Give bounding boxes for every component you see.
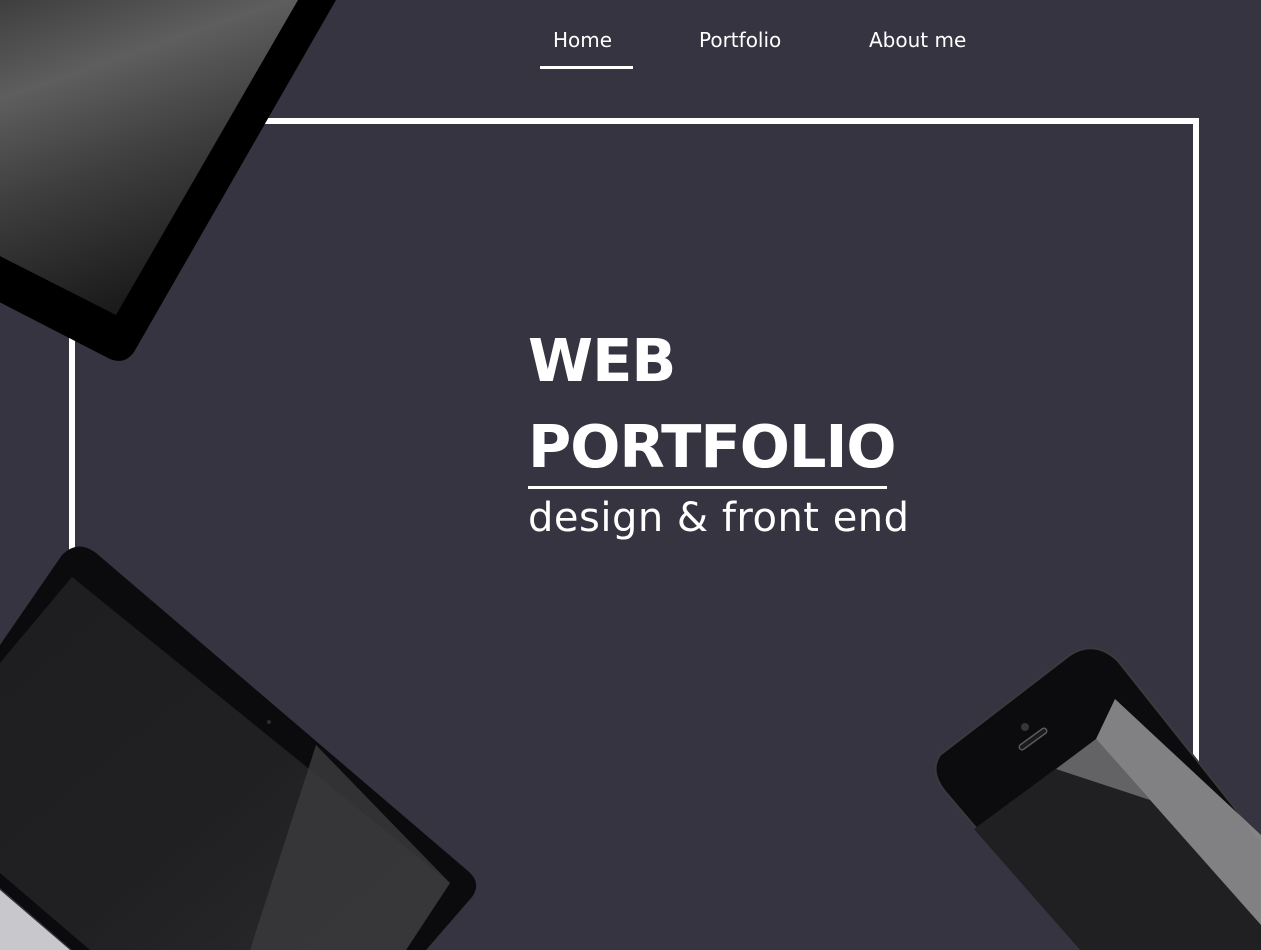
hero-section: WEB PORTFOLIO design & front end: [528, 318, 910, 547]
nav-item-home[interactable]: Home: [553, 26, 612, 54]
nav-active-indicator: [540, 66, 633, 69]
main-navigation: Home Portfolio About me: [0, 0, 1261, 80]
hero-subtitle: design & front end: [528, 495, 910, 541]
tablet-icon: [0, 546, 477, 950]
frame-top-line: [262, 118, 1199, 124]
nav-item-about-me[interactable]: About me: [869, 26, 966, 54]
nav-item-portfolio[interactable]: Portfolio: [699, 26, 781, 54]
hero-title-line-2: PORTFOLIO: [528, 412, 897, 481]
hero-title-line-1: WEB: [528, 326, 676, 395]
smartphone-icon: [934, 647, 1261, 950]
